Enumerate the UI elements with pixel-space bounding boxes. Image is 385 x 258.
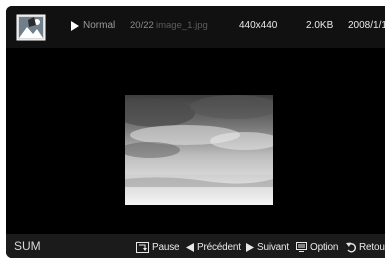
next-label: Suivant: [257, 241, 289, 253]
resolution: 440x440: [239, 20, 278, 31]
info-bar: Normal 20/22 image_1.jpg 440x440 2.0KB 2…: [6, 6, 385, 48]
photo-viewer-screen: Normal 20/22 image_1.jpg 440x440 2.0KB 2…: [6, 6, 385, 258]
pause-label: Pause: [152, 241, 180, 253]
option-label: Option: [310, 241, 339, 253]
displayed-photo: [125, 95, 273, 205]
return-label: Retour: [359, 241, 385, 253]
return-button[interactable]: Retour: [346, 240, 385, 254]
image-viewport: [6, 48, 385, 234]
pause-button[interactable]: Pause: [136, 240, 180, 254]
triangle-right-icon: [246, 242, 254, 252]
file-date: 2008/1/1: [348, 20, 385, 31]
control-bar: SUM Pause Précédent Suivant Option Retou…: [6, 234, 385, 258]
return-arrow-icon: [346, 242, 356, 252]
photo-thumbnail-icon: [16, 14, 46, 41]
next-button[interactable]: Suivant: [246, 240, 289, 254]
option-menu-icon: [296, 241, 307, 252]
previous-label: Précédent: [197, 241, 241, 253]
option-button[interactable]: Option: [296, 240, 338, 254]
triangle-left-icon: [186, 242, 194, 252]
sum-label: SUM: [14, 239, 41, 253]
file-size: 2.0KB: [306, 20, 334, 31]
file-name: image_1.jpg: [156, 20, 208, 31]
enter-pause-icon: [136, 241, 149, 253]
previous-button[interactable]: Précédent: [186, 240, 241, 254]
playback-mode: Normal: [83, 20, 116, 31]
play-icon: [71, 21, 79, 31]
image-counter: 20/22: [130, 20, 154, 31]
